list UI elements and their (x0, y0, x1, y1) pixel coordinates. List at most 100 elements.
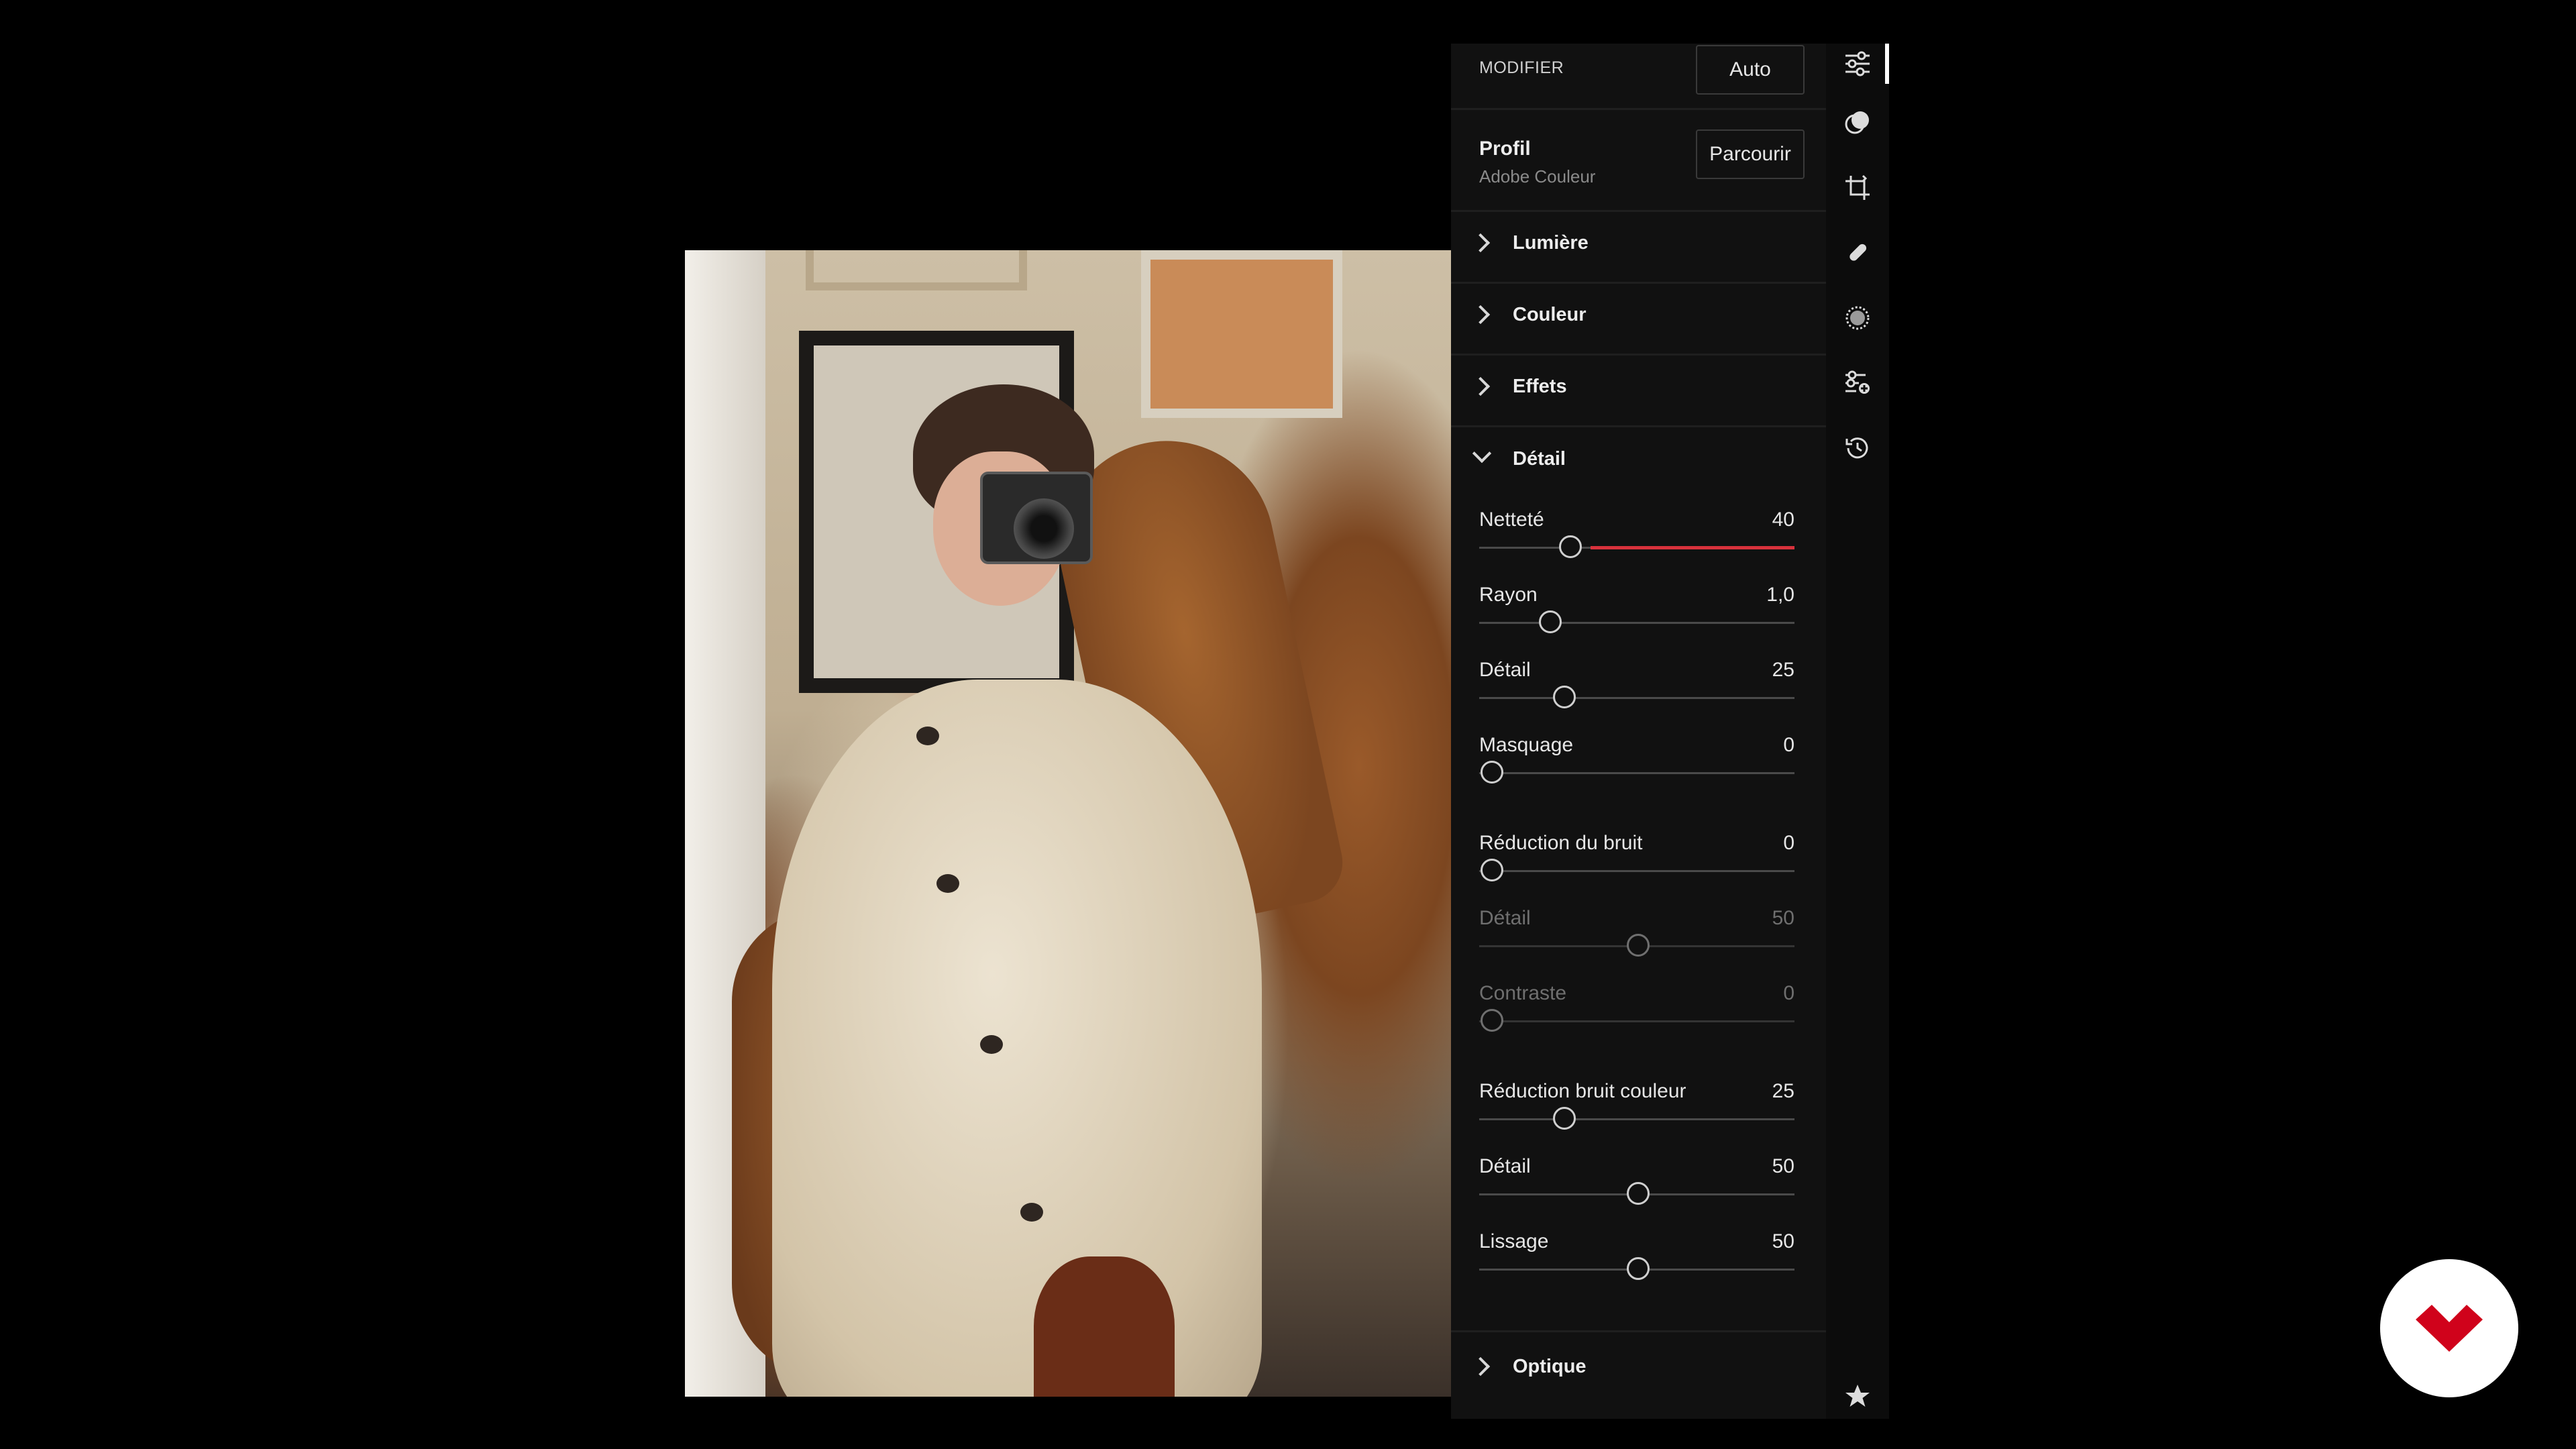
detail-slider[interactable]: Détail 25 (1479, 659, 1794, 726)
slider-label: Masquage (1479, 734, 1574, 756)
slider-label: Contraste (1479, 982, 1567, 1004)
slider-value: 50 (1772, 907, 1794, 929)
auto-button[interactable]: Auto (1696, 45, 1805, 95)
slider-value[interactable]: 25 (1772, 1080, 1794, 1103)
slider-value[interactable]: 50 (1772, 1155, 1794, 1178)
edit-panel: MODIFIER Auto Profil Adobe Couleur Parco… (1451, 44, 1826, 1419)
photo-coat-button (1020, 1203, 1043, 1222)
slider-label: Rayon (1479, 584, 1538, 606)
section-optics[interactable]: Optique (1451, 1336, 1826, 1405)
chevron-right-icon (1470, 376, 1491, 396)
chevron-right-icon (1470, 1356, 1491, 1377)
masking-icon[interactable] (1826, 96, 1889, 150)
color-noise-detail-slider[interactable]: Détail 50 (1479, 1155, 1794, 1222)
healing-icon[interactable] (1826, 226, 1889, 280)
slider-knob (1480, 1009, 1503, 1032)
slider-label: Détail (1479, 659, 1531, 681)
slider-track[interactable] (1479, 622, 1794, 624)
slider-value[interactable]: 0 (1783, 734, 1794, 757)
divider (1451, 425, 1826, 427)
slider-value[interactable]: 0 (1783, 832, 1794, 855)
noise-reduction-slider[interactable]: Réduction du bruit 0 (1479, 832, 1794, 899)
photo-canvas[interactable] (685, 250, 1451, 1397)
section-title: Optique (1513, 1356, 1587, 1377)
browse-profiles-button[interactable]: Parcourir (1696, 129, 1805, 179)
slider-knob[interactable] (1552, 686, 1576, 708)
tool-strip (1826, 44, 1889, 1419)
photo-frame-right (1141, 250, 1342, 418)
section-effects[interactable]: Effets (1451, 356, 1826, 425)
photo-camera-lens (1014, 498, 1074, 559)
slider-fill (1591, 546, 1794, 549)
slider-track[interactable] (1479, 1118, 1794, 1120)
chevron-right-icon (1470, 233, 1491, 253)
noise-contrast-slider: Contraste 0 (1479, 982, 1794, 1049)
masking-slider[interactable]: Masquage 0 (1479, 734, 1794, 801)
presets-icon (1845, 370, 1870, 394)
slider-value[interactable]: 50 (1772, 1230, 1794, 1253)
slider-knob[interactable] (1559, 535, 1582, 558)
slider-track[interactable] (1479, 772, 1794, 774)
chevron-right-icon (1470, 305, 1491, 325)
divider (1451, 108, 1826, 110)
divider (1451, 1330, 1826, 1332)
edit-sliders-icon[interactable] (1826, 37, 1889, 91)
star-icon[interactable] (1826, 1369, 1889, 1423)
slider-knob[interactable] (1480, 761, 1503, 784)
photo-coat-button (916, 727, 939, 745)
slider-value[interactable]: 40 (1772, 508, 1794, 531)
photo-coat (772, 680, 1262, 1397)
section-light[interactable]: Lumière (1451, 212, 1826, 282)
chevron-down-icon (1472, 443, 1492, 464)
sharpening-slider[interactable]: Netteté 40 (1479, 508, 1794, 576)
section-title: Effets (1513, 376, 1567, 397)
smoothness-slider[interactable]: Lissage 50 (1479, 1230, 1794, 1297)
star-icon (1845, 1385, 1870, 1407)
photo-frame-top (806, 250, 1027, 290)
slider-value: 0 (1783, 982, 1794, 1004)
section-title: Détail (1513, 448, 1566, 470)
section-title: Lumière (1513, 232, 1589, 254)
radius-slider[interactable]: Rayon 1,0 (1479, 584, 1794, 651)
profile-title: Profil (1479, 138, 1531, 160)
slider-value[interactable]: 1,0 (1766, 584, 1794, 606)
photo-coat-button (936, 874, 959, 893)
slider-label: Réduction bruit couleur (1479, 1080, 1686, 1102)
slider-track (1479, 1020, 1794, 1022)
profile-value: Adobe Couleur (1479, 166, 1596, 186)
noise-detail-slider: Détail 50 (1479, 907, 1794, 974)
brand-logo-icon (2416, 1305, 2483, 1352)
history-icon (1845, 437, 1868, 459)
slider-knob[interactable] (1627, 1182, 1650, 1205)
panel-header-label: MODIFIER (1479, 58, 1564, 77)
section-color[interactable]: Couleur (1451, 284, 1826, 354)
slider-knob[interactable] (1538, 610, 1562, 633)
slider-track[interactable] (1479, 697, 1794, 699)
slider-label: Détail (1479, 1155, 1531, 1177)
slider-label: Lissage (1479, 1230, 1549, 1252)
crop-icon (1845, 174, 1870, 200)
slider-knob (1627, 934, 1650, 957)
slider-label: Détail (1479, 907, 1531, 929)
photo-coat-button (980, 1035, 1003, 1054)
slider-knob[interactable] (1627, 1257, 1650, 1280)
photo-bag (1034, 1256, 1175, 1397)
slider-label: Réduction du bruit (1479, 832, 1643, 854)
section-detail[interactable]: Détail (1451, 428, 1826, 498)
healing-icon (1849, 244, 1867, 261)
masking-icon (1845, 111, 1869, 134)
vignette-icon[interactable] (1826, 291, 1889, 345)
history-icon[interactable] (1826, 421, 1889, 475)
color-noise-reduction-slider[interactable]: Réduction bruit couleur 25 (1479, 1080, 1794, 1147)
slider-label: Netteté (1479, 508, 1544, 531)
brand-logo (2380, 1259, 2518, 1397)
slider-knob[interactable] (1480, 859, 1503, 881)
presets-icon[interactable] (1826, 356, 1889, 410)
edit-sliders-icon (1845, 51, 1870, 76)
vignette-icon (1845, 306, 1870, 330)
section-title: Couleur (1513, 304, 1587, 325)
crop-icon[interactable] (1826, 161, 1889, 215)
slider-value[interactable]: 25 (1772, 659, 1794, 682)
slider-knob[interactable] (1552, 1107, 1576, 1130)
slider-track[interactable] (1479, 870, 1794, 872)
